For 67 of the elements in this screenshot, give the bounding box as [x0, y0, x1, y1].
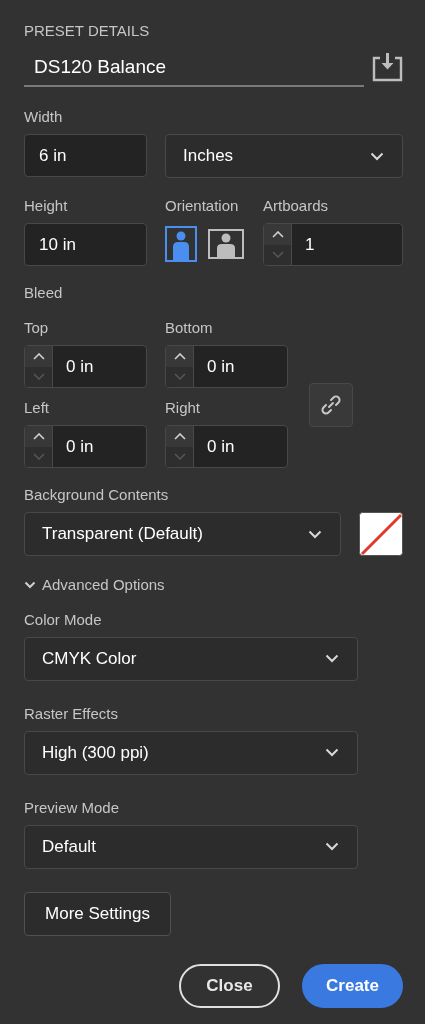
more-settings-button[interactable]: More Settings	[24, 891, 171, 936]
close-button[interactable]: Close	[179, 964, 280, 1008]
field-label: Right	[165, 399, 202, 417]
chevron-down-icon	[32, 373, 45, 381]
number-stepper[interactable]: 1	[263, 223, 403, 266]
field-label: Bleed	[24, 284, 64, 302]
dropdown-value: Inches	[183, 145, 234, 168]
increment-button[interactable]	[25, 346, 52, 367]
field-label: Left	[24, 399, 51, 417]
text-field[interactable]: 10 in	[24, 223, 147, 266]
field-label: Width	[24, 108, 64, 126]
field-label: Preview Mode	[24, 798, 121, 817]
chevron-up-icon	[32, 352, 45, 360]
dropdown-value: CMYK Color	[42, 647, 137, 670]
chevron-down-icon	[308, 529, 322, 539]
field-label: Raster Effects	[24, 704, 119, 723]
dropdown[interactable]: Inches	[165, 134, 403, 178]
text-field[interactable]: 6 in	[24, 134, 147, 177]
save-preset-icon[interactable]	[372, 52, 403, 82]
chevron-down-icon	[173, 373, 186, 381]
stepper-value: 1	[304, 233, 315, 256]
field-label: Height	[24, 197, 69, 215]
link-button[interactable]	[309, 383, 353, 427]
number-stepper[interactable]: 0 in	[165, 345, 288, 388]
dropdown-value: High (300 ppi)	[42, 741, 149, 764]
increment-button[interactable]	[25, 426, 52, 447]
field-label: Bottom	[165, 319, 214, 337]
create-button[interactable]: Create	[302, 964, 403, 1008]
field-label: Background Contents	[24, 486, 170, 504]
stepper-value: 0 in	[65, 355, 94, 378]
number-stepper[interactable]: 0 in	[24, 425, 147, 468]
stepper-value: 0 in	[65, 435, 94, 458]
field-label: Artboards	[263, 197, 330, 215]
field-label: Orientation	[165, 197, 240, 215]
landscape-orientation-icon[interactable]	[208, 229, 244, 259]
chevron-down-icon	[271, 251, 284, 259]
dropdown[interactable]: Default	[24, 824, 358, 869]
field-label: Color Mode	[24, 610, 103, 629]
number-stepper[interactable]: 0 in	[165, 425, 288, 468]
dropdown-value: Transparent (Default)	[42, 523, 203, 546]
section-title: PRESET DETAILS	[24, 22, 151, 40]
chevron-down-icon	[370, 151, 384, 161]
dropdown[interactable]: CMYK Color	[24, 636, 358, 681]
chevron-down-icon	[325, 842, 339, 851]
chevron-up-icon	[173, 432, 186, 440]
increment-button[interactable]	[166, 426, 193, 447]
chevron-down-icon	[325, 654, 339, 663]
field-label: Top	[24, 319, 50, 337]
dropdown[interactable]: Transparent (Default)	[24, 512, 341, 556]
stepper-value: 0 in	[206, 435, 235, 458]
increment-button[interactable]	[264, 224, 291, 245]
chevron-down-icon	[173, 453, 186, 461]
portrait-orientation-icon[interactable]	[165, 226, 197, 262]
preset-name-field[interactable]: DS120 Balance	[24, 50, 364, 87]
dropdown[interactable]: High (300 ppi)	[24, 730, 358, 775]
link-icon	[320, 394, 342, 416]
stepper-value: 0 in	[206, 355, 235, 378]
advanced-options-toggle[interactable]: Advanced Options	[24, 574, 425, 597]
chevron-down-icon	[325, 748, 339, 757]
chevron-up-icon	[271, 230, 284, 238]
number-stepper[interactable]: 0 in	[24, 345, 147, 388]
dropdown-value: Default	[42, 835, 96, 858]
increment-button[interactable]	[166, 346, 193, 367]
chevron-up-icon	[32, 432, 45, 440]
transparent-swatch[interactable]	[359, 512, 403, 556]
chevron-up-icon	[173, 352, 186, 360]
chevron-down-icon	[32, 453, 45, 461]
